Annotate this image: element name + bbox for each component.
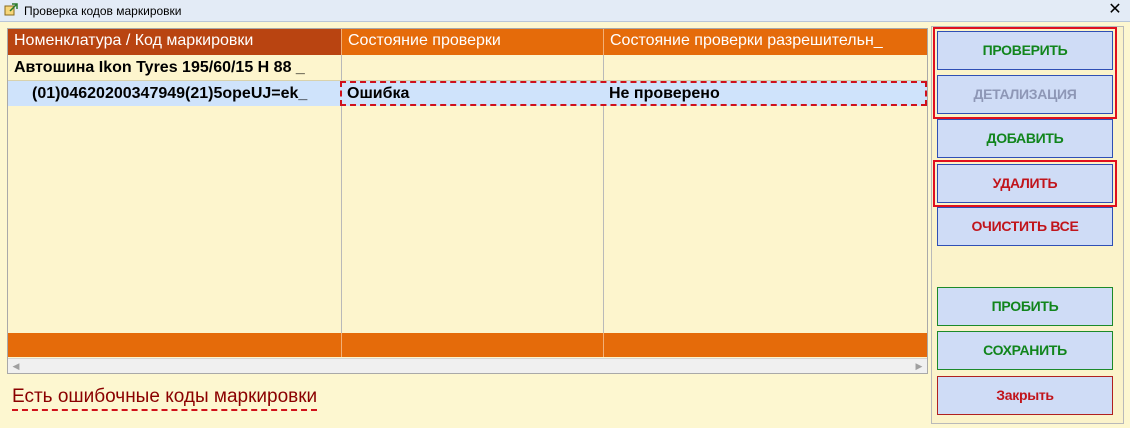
status-message: Есть ошибочные коды маркировки: [12, 386, 318, 411]
save-button[interactable]: СОХРАНИТЬ: [937, 331, 1113, 370]
row-permit-state: [603, 55, 927, 80]
footer-divider: [603, 333, 604, 357]
selected-cells-frame: [340, 81, 927, 106]
grid-footer-bar: [8, 333, 927, 357]
column-header-permit-check-state[interactable]: Состояние проверки разрешительн_: [603, 29, 927, 55]
title-bar: Проверка кодов маркировки ✕: [0, 0, 1130, 22]
clear-all-button[interactable]: ОЧИСТИТЬ ВСЕ: [937, 207, 1113, 246]
horizontal-scrollbar[interactable]: ◀ ▶: [8, 358, 927, 373]
scroll-left-icon[interactable]: ◀: [8, 359, 24, 373]
row-check-state: [341, 55, 603, 80]
add-button[interactable]: ДОБАВИТЬ: [937, 119, 1113, 158]
column-header-check-state[interactable]: Состояние проверки: [341, 29, 603, 55]
column-header-nomenclature[interactable]: Номенклатура / Код маркировки: [8, 29, 341, 55]
marking-codes-grid: Номенклатура / Код маркировки Состояние …: [7, 28, 928, 374]
highlight-frame: [933, 160, 1117, 207]
highlight-frame: [933, 27, 1117, 119]
row-nomenclature: Автошина Ikon Tyres 195/60/15 H 88 _: [14, 59, 305, 76]
window-title: Проверка кодов маркировки: [24, 4, 182, 18]
close-button[interactable]: Закрыть: [937, 376, 1113, 415]
close-icon[interactable]: ✕: [1106, 0, 1124, 20]
window-body: Номенклатура / Код маркировки Состояние …: [0, 22, 1130, 428]
app-window-icon: [4, 3, 18, 16]
punch-button[interactable]: ПРОБИТЬ: [937, 287, 1113, 326]
scroll-right-icon[interactable]: ▶: [911, 359, 927, 373]
table-row[interactable]: Автошина Ikon Tyres 195/60/15 H 88 _: [8, 55, 927, 81]
action-panel: ПРОВЕРИТЬ ДЕТАЛИЗАЦИЯ ДОБАВИТЬ УДАЛИТЬ О…: [931, 26, 1124, 424]
row-marking-code: (01)04620200347949(21)5opeUJ=ek_: [32, 85, 308, 102]
footer-divider: [341, 333, 342, 357]
grid-header: Номенклатура / Код маркировки Состояние …: [8, 29, 927, 55]
table-row-selected[interactable]: (01)04620200347949(21)5opeUJ=ek_ Ошибка …: [8, 81, 927, 106]
